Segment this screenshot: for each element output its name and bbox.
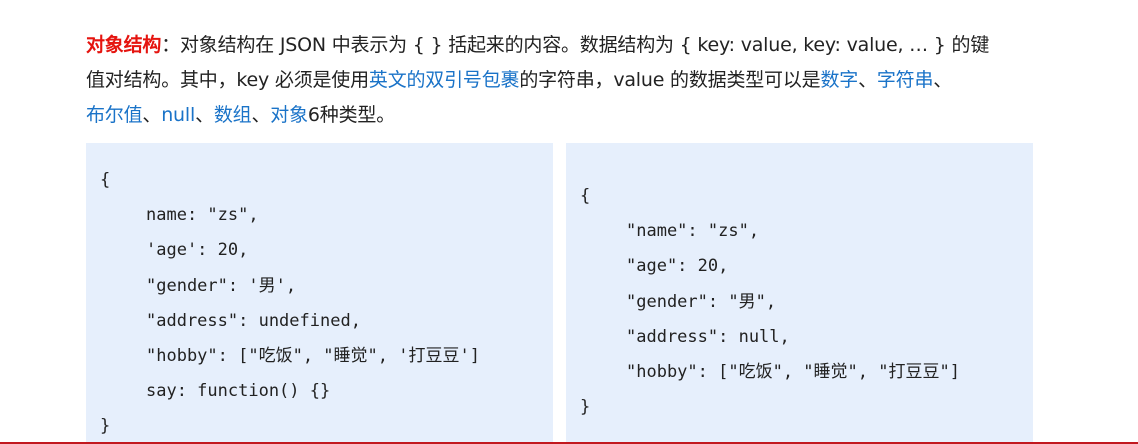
code-line: 'age': 20, bbox=[146, 240, 249, 261]
highlight-number: 数字 bbox=[820, 69, 859, 91]
code-line: say: function() {} bbox=[146, 381, 331, 402]
separator: 、 bbox=[251, 104, 271, 126]
intro-text: 值对结构。其中，key 必须是使用 bbox=[86, 69, 369, 91]
highlight-double-quotes: 英文的双引号包裹 bbox=[368, 69, 520, 91]
code-block-js-object: { name: "zs", 'age': 20, "gender": '男', … bbox=[86, 143, 553, 444]
intro-line-2: 值对结构。其中，key 必须是使用英文的双引号包裹的字符串，value 的数据类… bbox=[86, 63, 1086, 98]
code-line: "gender": '男', bbox=[146, 275, 297, 296]
separator: 、 bbox=[933, 69, 953, 91]
code-line: { bbox=[100, 170, 111, 190]
intro-line-1: 对象结构：对象结构在 JSON 中表示为 { } 括起来的内容。数据结构为 { … bbox=[86, 28, 1086, 63]
highlight-array: 数组 bbox=[213, 104, 252, 126]
separator: 、 bbox=[195, 104, 214, 126]
intro-line-3: 布尔值、null、数组、对象6种类型。 bbox=[86, 98, 1086, 133]
intro-paragraph: 对象结构：对象结构在 JSON 中表示为 { } 括起来的内容。数据结构为 { … bbox=[86, 28, 1086, 133]
highlight-string: 字符串 bbox=[876, 69, 934, 91]
code-block-json-object: { "name": "zs", "age": 20, "gender": "男"… bbox=[566, 143, 1033, 444]
intro-text: 的字符串，value 的数据类型可以是 bbox=[519, 69, 821, 91]
code-line: "address": undefined, bbox=[146, 310, 361, 331]
code-line: } bbox=[100, 416, 111, 437]
separator: 、 bbox=[858, 69, 877, 91]
code-line: name: "zs", bbox=[146, 205, 259, 226]
separator: 、 bbox=[142, 104, 162, 126]
code-line: "hobby": ["吃饭", "睡觉", '打豆豆'] bbox=[146, 345, 480, 366]
code-line: "name": "zs", bbox=[626, 221, 760, 242]
code-line: "gender": "男", bbox=[626, 291, 777, 312]
code-line: "address": null, bbox=[626, 326, 790, 347]
highlight-boolean: 布尔值 bbox=[86, 104, 143, 126]
highlight-object: 对象 bbox=[270, 104, 308, 126]
intro-text: ：对象结构在 JSON 中表示为 { } 括起来的内容。数据结构为 { key:… bbox=[161, 34, 990, 56]
highlight-null: null bbox=[161, 104, 196, 126]
code-line: "hobby": ["吃饭", "睡觉", "打豆豆"] bbox=[626, 361, 960, 382]
intro-text: 6种类型。 bbox=[307, 104, 395, 126]
code-line: } bbox=[580, 397, 591, 418]
code-line: { bbox=[580, 186, 591, 206]
term-object-structure: 对象结构 bbox=[86, 34, 162, 56]
code-line: "age": 20, bbox=[626, 256, 729, 277]
